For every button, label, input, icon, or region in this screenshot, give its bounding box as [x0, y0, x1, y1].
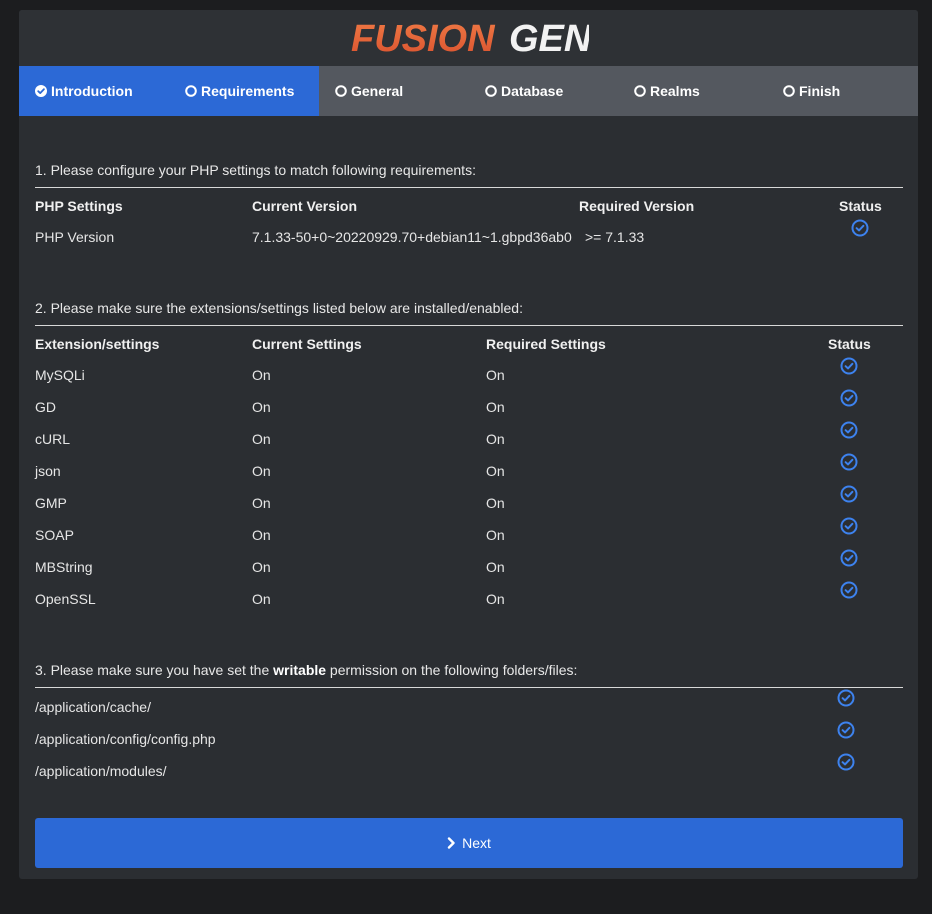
extension-required: On	[486, 463, 505, 479]
circle-icon	[335, 85, 347, 97]
installer-panel: FUSION GEN Introduction Requirements Gen…	[19, 10, 918, 879]
extension-current: On	[252, 495, 271, 511]
check-circle-icon	[840, 485, 858, 503]
header-required-settings: Required Settings	[486, 336, 606, 352]
header-required-version: Required Version	[579, 198, 695, 214]
extension-name: GMP	[35, 495, 67, 511]
extension-required: On	[486, 527, 505, 543]
extension-current: On	[252, 559, 271, 575]
section3-title-pre: 3. Please make sure you have set the	[35, 662, 274, 678]
extension-current: On	[252, 527, 271, 543]
check-circle-icon	[840, 581, 858, 599]
next-button[interactable]: Next	[35, 818, 903, 868]
step-label: Database	[501, 83, 564, 99]
writable-path: /application/config/config.php	[35, 731, 216, 747]
extension-name: SOAP	[35, 527, 74, 543]
section3-title-post: permission on the following folders/file…	[326, 662, 578, 678]
logo-text-part2: GEN	[509, 18, 589, 58]
step-finish[interactable]: Finish	[783, 66, 840, 116]
extension-required: On	[486, 591, 505, 607]
extension-name: GD	[35, 399, 56, 415]
extension-required: On	[486, 431, 505, 447]
step-realms[interactable]: Realms	[634, 66, 700, 116]
extension-required: On	[486, 399, 505, 415]
check-circle-icon	[840, 517, 858, 535]
php-version-current: 7.1.33-50+0~20220929.70+debian11~1.gbpd3…	[252, 229, 572, 245]
wizard-steps: Introduction Requirements General Databa…	[19, 66, 918, 116]
step-label: General	[351, 83, 404, 99]
extension-name: MySQLi	[35, 367, 85, 383]
next-button-label: Next	[462, 835, 491, 851]
header-status: Status	[828, 336, 871, 352]
step-label: Finish	[799, 83, 841, 99]
extension-required: On	[486, 367, 505, 383]
header-current-version: Current Version	[252, 198, 358, 214]
section1-title: 1. Please configure your PHP settings to…	[35, 162, 476, 178]
check-circle-icon	[35, 85, 47, 97]
check-circle-icon	[840, 421, 858, 439]
logo-bar: FUSION GEN	[19, 10, 918, 66]
writable-path: /application/modules/	[35, 763, 167, 779]
extension-current: On	[252, 591, 271, 607]
circle-icon	[783, 85, 795, 97]
header-php-settings: PHP Settings	[35, 198, 123, 214]
fusiongen-logo: FUSION GEN	[349, 10, 589, 66]
logo-text-part1: FUSION	[351, 18, 496, 58]
step-label: Realms	[650, 83, 700, 99]
php-version-required: >= 7.1.33	[585, 229, 645, 245]
divider	[35, 187, 903, 188]
step-requirements[interactable]: Requirements	[185, 66, 294, 116]
check-circle-icon	[837, 753, 855, 771]
divider	[35, 687, 903, 688]
extension-name: MBString	[35, 559, 93, 575]
check-circle-icon	[840, 389, 858, 407]
section3-title: 3. Please make sure you have set the wri…	[35, 662, 577, 678]
extension-name: json	[35, 463, 61, 479]
circle-icon	[485, 85, 497, 97]
extension-required: On	[486, 559, 505, 575]
extension-current: On	[252, 367, 271, 383]
extension-current: On	[252, 463, 271, 479]
header-status: Status	[839, 198, 882, 214]
circle-icon	[185, 85, 197, 97]
step-label: Introduction	[51, 83, 133, 99]
step-label: Requirements	[201, 83, 295, 99]
section2-title: 2. Please make sure the extensions/setti…	[35, 300, 523, 316]
step-introduction[interactable]: Introduction	[35, 66, 133, 116]
chevron-right-icon	[447, 837, 455, 849]
extension-name: OpenSSL	[35, 591, 96, 607]
check-circle-icon	[851, 219, 869, 237]
step-database[interactable]: Database	[485, 66, 563, 116]
extension-required: On	[486, 495, 505, 511]
step-general[interactable]: General	[335, 66, 403, 116]
extension-current: On	[252, 431, 271, 447]
check-circle-icon	[840, 357, 858, 375]
header-extension-settings: Extension/settings	[35, 336, 160, 352]
check-circle-icon	[837, 689, 855, 707]
section3-title-bold: writable	[273, 662, 327, 678]
php-version-name: PHP Version	[35, 229, 115, 245]
circle-icon	[634, 85, 646, 97]
extension-current: On	[252, 399, 271, 415]
check-circle-icon	[840, 453, 858, 471]
extension-name: cURL	[35, 431, 71, 447]
check-circle-icon	[837, 721, 855, 739]
divider	[35, 325, 903, 326]
check-circle-icon	[840, 549, 858, 567]
header-current-settings: Current Settings	[252, 336, 362, 352]
writable-path: /application/cache/	[35, 699, 151, 715]
